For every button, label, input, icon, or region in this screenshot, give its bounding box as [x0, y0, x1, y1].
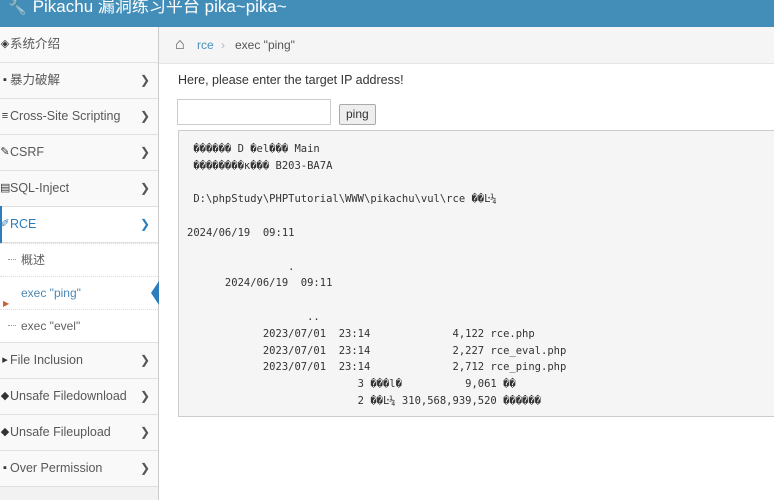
chevron-up-icon: ❯: [139, 217, 150, 231]
tree-line: [8, 259, 16, 260]
list-alt-icon: ▤: [0, 182, 11, 194]
chevron-down-icon: ❯: [139, 461, 150, 475]
sidebar-item-label: Unsafe Filedownload: [10, 389, 127, 403]
top-navbar: 🔧 Pikachu 漏洞练习平台 pika~pika~: [0, 0, 774, 27]
chevron-down-icon: ❯: [139, 181, 150, 195]
sidebar-item-label: 系统介绍: [10, 37, 61, 51]
edit-icon: ✐: [0, 218, 10, 230]
sidebar-item-label: RCE: [10, 217, 37, 231]
submenu-item-exec-evel[interactable]: exec "evel": [0, 309, 158, 342]
download-icon: ◆: [0, 390, 10, 402]
sidebar-item-label: SQL-Inject: [10, 181, 70, 195]
sidebar-item-intro[interactable]: ◈ 系统介绍: [0, 27, 158, 63]
pencil-icon: ✎: [0, 146, 10, 158]
sidebar-item-label: CSRF: [10, 145, 45, 159]
sidebar-item-label: 暴力破解: [10, 73, 61, 87]
home-icon: ⌂: [175, 36, 185, 53]
chevron-down-icon: ❯: [139, 73, 150, 87]
upload-icon: ◆: [0, 426, 10, 438]
breadcrumb-link-rce[interactable]: rce: [197, 27, 214, 63]
sidebar-item-rce[interactable]: ✐ RCE ❯: [0, 206, 158, 243]
chevron-down-icon: ❯: [139, 145, 150, 159]
rce-submenu: 概述 ▶ exec "ping" exec "evel": [0, 243, 159, 343]
sidebar-item-brute-force[interactable]: ▪ 暴力破解 ❯: [0, 63, 158, 99]
breadcrumb: ⌂ rce › exec "ping": [159, 27, 774, 64]
chevron-down-icon: ❯: [139, 389, 150, 403]
command-output-box: ������ D �el��� Main ��������к��� B203-B…: [178, 130, 774, 417]
sidebar-item-label: File Inclusion: [10, 353, 83, 367]
sidebar-item-label: Over Permission: [10, 461, 103, 475]
brand[interactable]: 🔧 Pikachu 漏洞练习平台 pika~pika~: [8, 0, 287, 20]
active-marker: [151, 281, 159, 305]
command-output: ������ D �el��� Main ��������к��� B203-B…: [187, 143, 567, 407]
eye-icon: ◈: [0, 38, 10, 50]
sidebar-item-unsafe-filedownload[interactable]: ◆ Unsafe Filedownload ❯: [0, 379, 158, 415]
submenu-item-overview[interactable]: 概述: [0, 243, 158, 276]
submenu-item-label: exec "ping": [21, 286, 81, 300]
breadcrumb-current: exec "ping": [235, 38, 295, 52]
sidebar: ◈ 系统介绍 ▪ 暴力破解 ❯ ≡ Cross-Site Scripting ❯…: [0, 27, 159, 500]
submenu-item-label: exec "evel": [21, 319, 81, 333]
brand-title: Pikachu 漏洞练习平台 pika~pika~: [32, 0, 287, 16]
sidebar-item-csrf[interactable]: ✎ CSRF ❯: [0, 135, 158, 171]
sidebar-item-unsafe-fileupload[interactable]: ◆ Unsafe Fileupload ❯: [0, 415, 158, 451]
sidebar-item-label: Unsafe Fileupload: [10, 425, 111, 439]
sidebar-item-xss[interactable]: ≡ Cross-Site Scripting ❯: [0, 99, 158, 135]
tag-icon: ▸: [2, 354, 8, 366]
chevron-down-icon: ❯: [139, 109, 150, 123]
list-icon: ≡: [1, 110, 9, 122]
sidebar-item-label: Cross-Site Scripting: [10, 109, 121, 123]
chevron-down-icon: ❯: [139, 425, 150, 439]
desktop-icon: ▪: [3, 74, 7, 86]
user-icon: ▪: [3, 462, 7, 474]
submenu-item-exec-ping[interactable]: ▶ exec "ping": [0, 276, 159, 309]
ping-button[interactable]: ping: [339, 104, 376, 125]
breadcrumb-separator: ›: [221, 38, 225, 52]
submenu-item-label: 概述: [21, 253, 46, 267]
ip-input[interactable]: [177, 99, 331, 125]
sidebar-item-over-permission[interactable]: ▪ Over Permission ❯: [0, 451, 158, 487]
ip-prompt-text: Here, please enter the target IP address…: [178, 73, 404, 87]
wrench-icon: 🔧: [8, 0, 27, 16]
tree-line: [8, 325, 16, 326]
sidebar-item-sql-inject[interactable]: ▤ SQL-Inject ❯: [0, 171, 158, 207]
sidebar-item-file-inclusion[interactable]: ▸ File Inclusion ❯: [0, 343, 158, 379]
chevron-down-icon: ❯: [139, 353, 150, 367]
